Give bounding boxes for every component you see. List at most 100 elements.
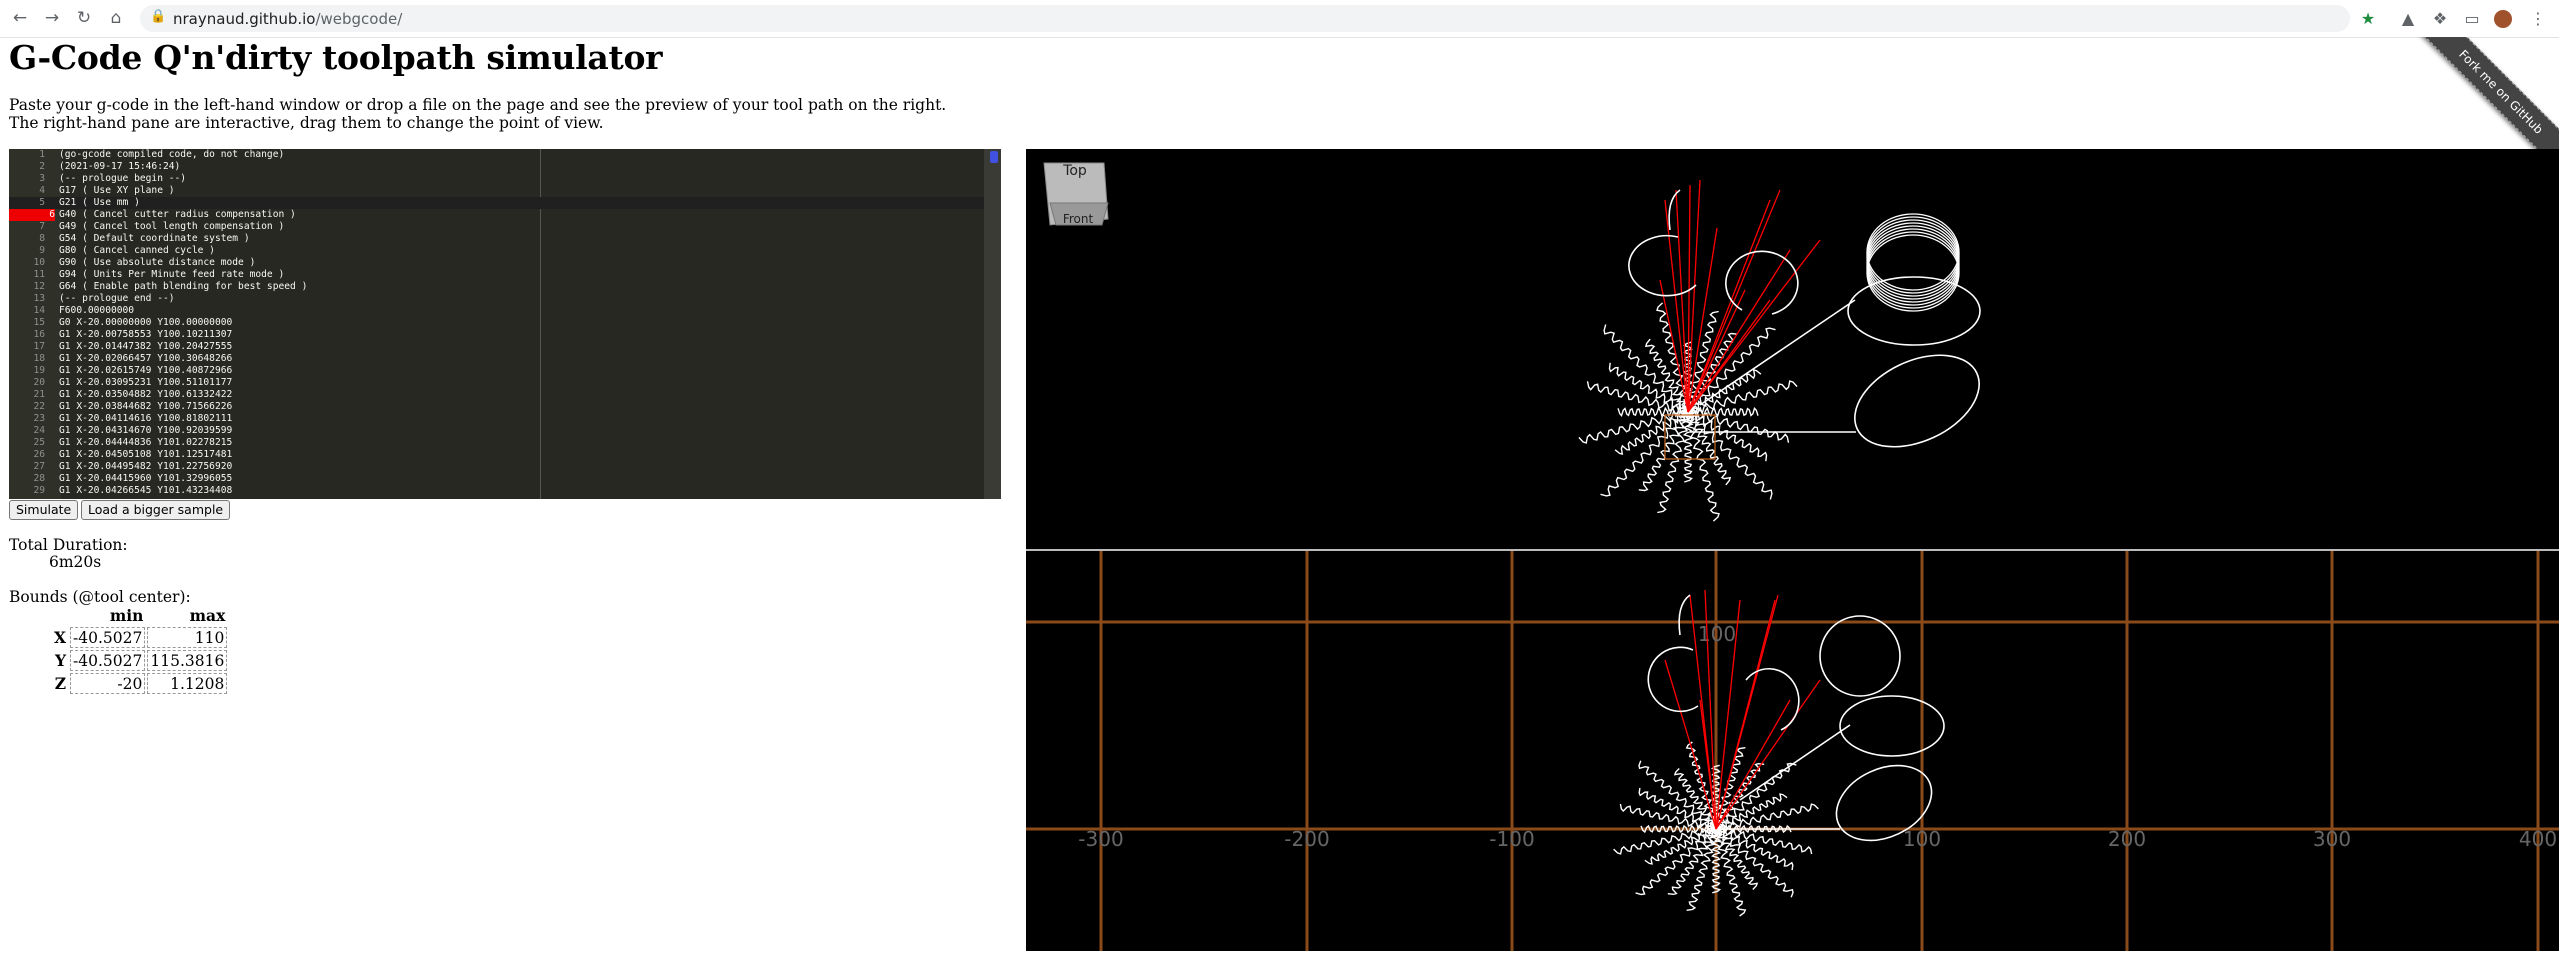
back-icon[interactable]: ← <box>8 6 32 30</box>
code-line[interactable]: 23 G1 X-20.04114616 Y100.81802111 <box>9 413 984 425</box>
code-text[interactable]: G1 X-20.01447382 Y100.20427555 <box>59 341 232 353</box>
code-line[interactable]: 6 G40 ( Cancel cutter radius compensation… <box>9 209 984 221</box>
code-text[interactable]: G54 ( Default coordinate system ) <box>59 233 250 245</box>
gcode-editor[interactable]: 1 (go-gcode compiled code, do not change)… <box>9 149 1001 499</box>
view-cube-front-label[interactable]: Front <box>1063 212 1094 226</box>
bounds-max: 110 <box>147 627 228 648</box>
rapid-move-line <box>1687 189 1781 413</box>
code-line[interactable]: 25 G1 X-20.04444836 Y101.02278215 <box>9 437 984 449</box>
line-number: 4 <box>39 185 45 196</box>
code-line[interactable]: 28 G1 X-20.04415960 Y101.32996055 <box>9 473 984 485</box>
code-text[interactable]: (2021-09-17 15:46:24) <box>59 161 180 173</box>
puzzle-icon[interactable]: ❖ <box>2430 9 2450 29</box>
code-line[interactable]: 5 G21 ( Use mm ) <box>9 197 984 209</box>
editor-scrollbar[interactable] <box>984 149 1001 499</box>
code-line[interactable]: 12 G64 ( Enable path blending for best sp… <box>9 281 984 293</box>
editor-content[interactable]: 1 (go-gcode compiled code, do not change)… <box>9 149 984 497</box>
code-line[interactable]: 11 G94 ( Units Per Minute feed rate mode … <box>9 269 984 281</box>
code-text[interactable]: G49 ( Cancel tool length compensation ) <box>59 221 284 233</box>
code-line[interactable]: 24 G1 X-20.04314670 Y100.92039599 <box>9 425 984 437</box>
code-text[interactable]: G1 X-20.04314670 Y100.92039599 <box>59 425 232 437</box>
code-line[interactable]: 10 G90 ( Use absolute distance mode ) <box>9 257 984 269</box>
code-line[interactable]: 7 G49 ( Cancel tool length compensation ) <box>9 221 984 233</box>
code-line[interactable]: 27 G1 X-20.04495482 Y101.22756920 <box>9 461 984 473</box>
code-text[interactable]: G1 X-20.04505108 Y101.12517481 <box>59 449 232 461</box>
url-text[interactable]: nraynaud.github.io/webgcode/ <box>173 10 402 28</box>
code-line[interactable]: 18 G1 X-20.02066457 Y100.30648266 <box>9 353 984 365</box>
code-line[interactable]: 17 G1 X-20.01447382 Y100.20427555 <box>9 341 984 353</box>
code-text[interactable]: G21 ( Use mm ) <box>59 197 140 209</box>
code-text[interactable]: G1 X-20.02615749 Y100.40872966 <box>59 365 232 377</box>
code-text[interactable]: G1 X-20.02066457 Y100.30648266 <box>59 353 232 365</box>
code-line[interactable]: 21 G1 X-20.03504882 Y100.61332422 <box>9 389 984 401</box>
code-text[interactable]: G64 ( Enable path blending for best spee… <box>59 281 307 293</box>
top-view-canvas[interactable] <box>1026 149 2559 549</box>
code-text[interactable]: G1 X-20.03504882 Y100.61332422 <box>59 389 232 401</box>
top-3d-view[interactable]: Top Front <box>1026 149 2559 549</box>
view-cube[interactable]: Top Front <box>1040 159 1110 229</box>
code-line[interactable]: 3 (-- prologue begin --) <box>9 173 984 185</box>
code-text[interactable]: G90 ( Use absolute distance mode ) <box>59 257 255 269</box>
code-text[interactable]: (-- prologue end --) <box>59 293 175 305</box>
line-number: 20 <box>33 377 45 388</box>
code-line[interactable]: 13 (-- prologue end --) <box>9 293 984 305</box>
code-text[interactable]: G80 ( Cancel canned cycle ) <box>59 245 215 257</box>
toolpath-wave <box>1619 803 1717 832</box>
simulate-button[interactable]: Simulate <box>9 500 79 520</box>
code-text[interactable]: G1 X-20.04415960 Y101.32996055 <box>59 473 232 485</box>
code-line[interactable]: 14 F600.00000000 <box>9 305 984 317</box>
cast-icon[interactable]: ▭ <box>2462 9 2482 29</box>
front-3d-view[interactable]: -300 -200 -100 100 200 300 400 100 <box>1026 551 2559 951</box>
toolpath-ellipse <box>1854 354 1980 448</box>
front-view-canvas[interactable]: -300 -200 -100 100 200 300 400 100 <box>1026 551 2559 951</box>
code-text[interactable]: (go-gcode compiled code, do not change) <box>59 149 284 161</box>
code-line[interactable]: 19 G1 X-20.02615749 Y100.40872966 <box>9 365 984 377</box>
x-axis-tick-label: 200 <box>2108 827 2146 851</box>
code-text[interactable]: G1 X-20.04114616 Y100.81802111 <box>59 413 232 425</box>
code-line[interactable]: 8 G54 ( Default coordinate system ) <box>9 233 984 245</box>
line-number: 1 <box>39 149 45 160</box>
code-text[interactable]: (-- prologue begin --) <box>59 173 186 185</box>
reload-icon[interactable]: ↻ <box>72 6 96 30</box>
bounds-axis: Z <box>54 674 67 693</box>
code-line[interactable]: 22 G1 X-20.03844682 Y100.71566226 <box>9 401 984 413</box>
address-bar[interactable] <box>140 5 2350 32</box>
table-row: Y -40.5027 115.3816 <box>52 650 228 671</box>
scrollbar-thumb[interactable] <box>990 151 998 163</box>
code-line[interactable]: 1 (go-gcode compiled code, do not change) <box>9 149 984 161</box>
code-line[interactable]: 29 G1 X-20.04266545 Y101.43234408 <box>9 485 984 497</box>
lock-icon[interactable]: 🔒 <box>150 9 166 24</box>
code-text[interactable]: G17 ( Use XY plane ) <box>59 185 175 197</box>
code-text[interactable]: G1 X-20.04495482 Y101.22756920 <box>59 461 232 473</box>
code-text[interactable]: G1 X-20.03095231 Y100.51101177 <box>59 377 232 389</box>
home-icon[interactable]: ⌂ <box>104 6 128 30</box>
code-line[interactable]: 2 (2021-09-17 15:46:24) <box>9 161 984 173</box>
forward-icon[interactable]: → <box>40 6 64 30</box>
code-line[interactable]: 26 G1 X-20.04505108 Y101.12517481 <box>9 449 984 461</box>
line-number: 29 <box>33 485 45 496</box>
line-number: 10 <box>33 257 45 268</box>
code-text[interactable]: G1 X-20.00758553 Y100.10211307 <box>59 329 232 341</box>
bounds-min: -40.5027 <box>70 650 146 671</box>
code-text[interactable]: G1 X-20.03844682 Y100.71566226 <box>59 401 232 413</box>
code-line[interactable]: 15 G0 X-20.00000000 Y100.00000000 <box>9 317 984 329</box>
extension-icon[interactable]: ▲ <box>2398 9 2418 29</box>
view-cube-top-label[interactable]: Top <box>1062 163 1087 179</box>
code-text[interactable]: F600.00000000 <box>59 305 134 317</box>
avatar[interactable] <box>2494 10 2512 28</box>
menu-icon[interactable]: ⋮ <box>2528 9 2548 29</box>
code-line[interactable]: 20 G1 X-20.03095231 Y100.51101177 <box>9 377 984 389</box>
bookmark-star-icon[interactable]: ★ <box>2358 9 2378 29</box>
code-text[interactable]: G1 X-20.04444836 Y101.02278215 <box>59 437 232 449</box>
toolpath-line <box>1739 724 1851 801</box>
code-text[interactable]: G1 X-20.04266545 Y101.43234408 <box>59 485 232 497</box>
x-axis-tick-label: -300 <box>1078 827 1123 851</box>
code-line[interactable]: 9 G80 ( Cancel canned cycle ) <box>9 245 984 257</box>
line-number: 23 <box>33 413 45 424</box>
code-text[interactable]: G40 ( Cancel cutter radius compensation … <box>59 209 296 221</box>
code-text[interactable]: G0 X-20.00000000 Y100.00000000 <box>59 317 232 329</box>
code-line[interactable]: 16 G1 X-20.00758553 Y100.10211307 <box>9 329 984 341</box>
code-text[interactable]: G94 ( Units Per Minute feed rate mode ) <box>59 269 284 281</box>
load-sample-button[interactable]: Load a bigger sample <box>81 500 231 520</box>
code-line[interactable]: 4 G17 ( Use XY plane ) <box>9 185 984 197</box>
